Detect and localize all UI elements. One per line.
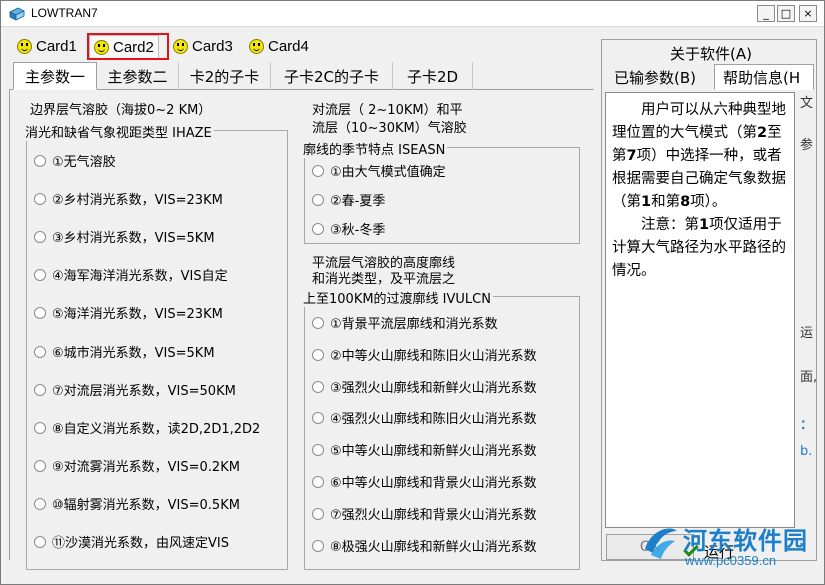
iseasn-heading-line1: 对流层（ 2~10KM）和平: [312, 103, 463, 118]
params-panel: 边界层气溶胶（海拔0~2 KM） 消光和缺省气象视距类型 IHAZE ①无气溶胶…: [9, 90, 594, 570]
ihaze-option[interactable]: ⑥城市消光系数，VIS=5KM: [34, 342, 215, 361]
radio-button[interactable]: [312, 443, 324, 456]
watermark-logo-icon: [645, 528, 677, 559]
about-button[interactable]: 关于软件(A): [670, 43, 752, 64]
ihaze-heading: 边界层气溶胶（海拔0~2 KM）: [30, 103, 212, 118]
tab-main-params-2[interactable]: 主参数二: [97, 62, 179, 90]
app-icon: [9, 7, 25, 21]
radio-button[interactable]: [312, 539, 324, 552]
ivulcn-option[interactable]: ⑤中等火山廓线和新鲜火山消光系数: [312, 440, 537, 459]
window-title: LOWTRAN7: [31, 6, 98, 20]
clipped-background-text: 文 参 运 面, ： b.: [800, 96, 816, 459]
ivulcn-heading-line2: 和消光类型，及平流层之: [312, 272, 456, 287]
radio-button[interactable]: [312, 348, 324, 361]
ivulcn-option[interactable]: ④强烈火山廓线和陈旧火山消光系数: [312, 408, 537, 427]
tab-card1-label: Card1: [36, 37, 77, 55]
ihaze-option[interactable]: ③乡村消光系数，VIS=5KM: [34, 227, 215, 246]
ivulcn-option[interactable]: ⑧极强火山廓线和新鲜火山消光系数: [312, 536, 537, 555]
radio-button[interactable]: [34, 459, 46, 472]
tab-help-info[interactable]: 帮助信息(H: [714, 64, 814, 90]
radio-button[interactable]: [34, 192, 46, 205]
radio-button[interactable]: [34, 421, 46, 434]
ihaze-option[interactable]: ④海军海洋消光系数，VIS自定: [34, 265, 228, 284]
watermark-url: www.pc0359.cn: [685, 553, 777, 568]
radio-button[interactable]: [312, 411, 324, 424]
main-window: LOWTRAN7 _ □ × Card1 Card2 Card3 Card4 主…: [0, 0, 825, 585]
tab-card4-label: Card4: [268, 37, 309, 55]
ihaze-option[interactable]: ⑤海洋消光系数，VIS=23KM: [34, 303, 223, 322]
highlight-frame: [87, 33, 169, 60]
tab-card1[interactable]: Card1: [13, 34, 81, 58]
tab-card2-subcard[interactable]: 卡2的子卡: [179, 62, 271, 90]
iseasn-option[interactable]: ①由大气模式值确定: [312, 161, 446, 180]
ihaze-option[interactable]: ⑧自定义消光系数，读2D,2D1,2D2: [34, 418, 260, 437]
ihaze-option[interactable]: ⑩辐射雾消光系数，VIS=0.5KM: [34, 494, 240, 513]
ivulcn-option[interactable]: ⑦强烈火山廓线和背景火山消光系数: [312, 504, 537, 523]
right-panel: 关于软件(A) 已输参数(B) 帮助信息(H 用户可以从六种典型地理位置的大气模…: [601, 39, 817, 561]
smiley-icon: [249, 38, 264, 54]
ihaze-option[interactable]: ⑨对流雾消光系数，VIS=0.2KM: [34, 456, 240, 475]
ihaze-option[interactable]: ①无气溶胶: [34, 151, 116, 170]
watermark: 河东软件园 www.pc0359.cn: [641, 521, 825, 581]
iseasn-legend: 廓线的季节特点 ISEASN: [303, 139, 448, 158]
radio-button[interactable]: [34, 497, 46, 510]
help-paragraph-2: 注意：第1项仅适用于计算大气路径为水平路径的情况。: [612, 217, 786, 279]
radio-button[interactable]: [312, 316, 324, 329]
help-text-box: 用户可以从六种典型地理位置的大气模式（第2至第7项）中选择一种，或者根据需要自己…: [605, 92, 795, 528]
radio-button[interactable]: [34, 268, 46, 281]
maximize-button[interactable]: □: [777, 5, 795, 22]
tab-card3[interactable]: Card3: [169, 34, 237, 58]
tab-card3-label: Card3: [192, 37, 233, 55]
ivulcn-option[interactable]: ③强烈火山廓线和新鲜火山消光系数: [312, 377, 537, 396]
radio-button[interactable]: [34, 535, 46, 548]
tab-main-params-1[interactable]: 主参数一: [13, 62, 97, 90]
radio-button[interactable]: [34, 230, 46, 243]
radio-button[interactable]: [312, 380, 324, 393]
watermark-name: 河东软件园: [683, 527, 808, 555]
ivulcn-option[interactable]: ①背景平流层廓线和消光系数: [312, 313, 498, 332]
tab-card4[interactable]: Card4: [245, 34, 313, 58]
radio-button[interactable]: [34, 383, 46, 396]
radio-button[interactable]: [312, 164, 324, 177]
tab-entered-params[interactable]: 已输参数(B): [606, 64, 704, 90]
help-paragraph-1: 用户可以从六种典型地理位置的大气模式（第2至第7项）中选择一种，或者根据需要自己…: [612, 102, 786, 210]
radio-button[interactable]: [312, 507, 324, 520]
radio-button[interactable]: [312, 193, 324, 206]
iseasn-option[interactable]: ③秋-冬季: [312, 219, 385, 238]
radio-button[interactable]: [312, 475, 324, 488]
ivulcn-option[interactable]: ⑥中等火山廓线和背景火山消光系数: [312, 472, 537, 491]
radio-button[interactable]: [34, 345, 46, 358]
title-bar: LOWTRAN7 _ □ ×: [1, 1, 824, 27]
radio-button[interactable]: [34, 154, 46, 167]
minimize-button[interactable]: _: [757, 5, 775, 22]
ihaze-option[interactable]: ⑦对流层消光系数，VIS=50KM: [34, 380, 236, 399]
close-button[interactable]: ×: [799, 5, 817, 22]
ivulcn-option[interactable]: ②中等火山廓线和陈旧火山消光系数: [312, 345, 537, 364]
ihaze-option[interactable]: ⑪沙漠消光系数，由风速定VIS: [34, 532, 229, 551]
radio-button[interactable]: [34, 306, 46, 319]
sub-tab-bar: 主参数一 主参数二 卡2的子卡 子卡2C的子卡 子卡2D: [9, 62, 594, 90]
ivulcn-legend: 上至100KM的过渡廓线 IVULCN: [303, 288, 493, 307]
smiley-icon: [173, 38, 188, 54]
ihaze-option[interactable]: ②乡村消光系数，VIS=23KM: [34, 189, 223, 208]
radio-button[interactable]: [312, 222, 324, 235]
tab-subcard2c-subcard[interactable]: 子卡2C的子卡: [271, 62, 393, 90]
ivulcn-group: 上至100KM的过渡廓线 IVULCN: [303, 288, 580, 570]
tab-subcard2d[interactable]: 子卡2D: [393, 62, 473, 90]
iseasn-option[interactable]: ②春-夏季: [312, 190, 385, 209]
iseasn-heading-line2: 流层（10~30KM）气溶胶: [312, 121, 467, 136]
smiley-icon: [17, 38, 32, 54]
ihaze-legend: 消光和缺省气象视距类型 IHAZE: [25, 122, 214, 141]
